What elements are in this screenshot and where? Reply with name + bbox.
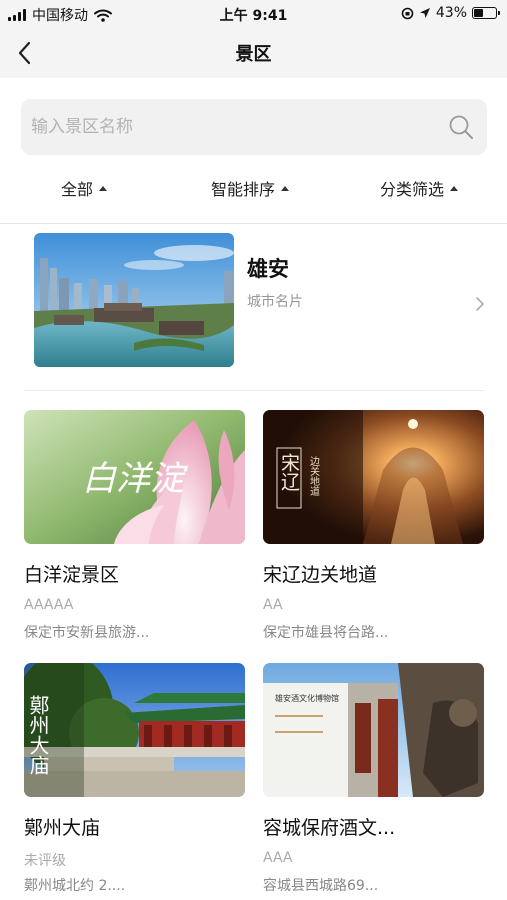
filter-all-label: 全部: [61, 180, 94, 199]
wine-museum-image: 雄安酒文化博物馆: [263, 663, 484, 797]
search-box: [21, 99, 487, 155]
scenic-name: 白洋淀景区: [24, 564, 120, 586]
page-title: 景区: [235, 44, 272, 65]
search-input[interactable]: [31, 107, 431, 147]
divider: [24, 390, 484, 391]
filter-category-label: 分类筛选: [380, 180, 445, 199]
museum-sign: 雄安酒文化博物馆: [275, 693, 339, 703]
scenic-address: 保定市安新县旅游...: [24, 625, 150, 641]
battery-fill: [474, 9, 483, 17]
filter-smart-sort-label: 智能排序: [211, 180, 276, 199]
filter-category[interactable]: 分类筛选: [380, 176, 459, 200]
location-arrow-icon: [419, 8, 430, 18]
baiyangdian-calligraphy: 白洋淀: [82, 459, 188, 499]
scenic-name: 宋辽边关地道: [263, 564, 378, 586]
orientation-lock-icon: [401, 7, 414, 19]
scenic-address: 容城县西城路69...: [263, 878, 379, 894]
filter-smart-sort[interactable]: 智能排序: [211, 176, 290, 200]
filter-all[interactable]: 全部: [61, 176, 108, 200]
status-right: 43%: [401, 5, 500, 21]
tunnel-image: 宋辽 边关地道: [263, 410, 484, 544]
caret-up-icon: [99, 185, 108, 191]
status-bar: 中国移动 上午 9:41 43%: [0, 0, 507, 28]
caret-up-icon: [281, 185, 290, 191]
temple-image: 鄚州大庙: [24, 663, 245, 797]
featured-city-name: 雄安: [247, 257, 289, 281]
scenic-level: AAAAA: [24, 597, 74, 613]
scenic-level: AAA: [263, 850, 293, 866]
scenic-name: 鄚州大庙: [24, 817, 101, 839]
battery-icon: [472, 7, 500, 19]
scenic-address: 保定市雄县将台路...: [263, 625, 389, 641]
featured-city-card[interactable]: 雄安 城市名片: [34, 233, 486, 369]
battery-percent: 43%: [435, 5, 467, 21]
mozhou-calligraphy: 鄚州大庙: [26, 695, 50, 775]
search-icon[interactable]: [447, 113, 475, 141]
nav-bar: 景区: [0, 28, 507, 78]
songliao-sign-a: 宋辽: [278, 453, 300, 491]
scenic-name: 容城保府酒文...: [263, 817, 396, 839]
scenic-address: 鄚州城北约 2....: [24, 878, 126, 894]
chevron-right-icon: [476, 297, 484, 311]
divider: [0, 223, 507, 224]
city-skyline-image: [34, 233, 234, 367]
caret-up-icon: [450, 185, 459, 191]
songliao-sign-b: 边关地道: [308, 456, 320, 496]
scenic-level: 未评级: [24, 853, 66, 869]
filter-bar: 全部 智能排序 分类筛选: [0, 166, 507, 211]
lotus-image: 白洋淀: [24, 410, 245, 544]
scenic-level: AA: [263, 597, 283, 613]
featured-city-subtitle: 城市名片: [247, 294, 303, 310]
